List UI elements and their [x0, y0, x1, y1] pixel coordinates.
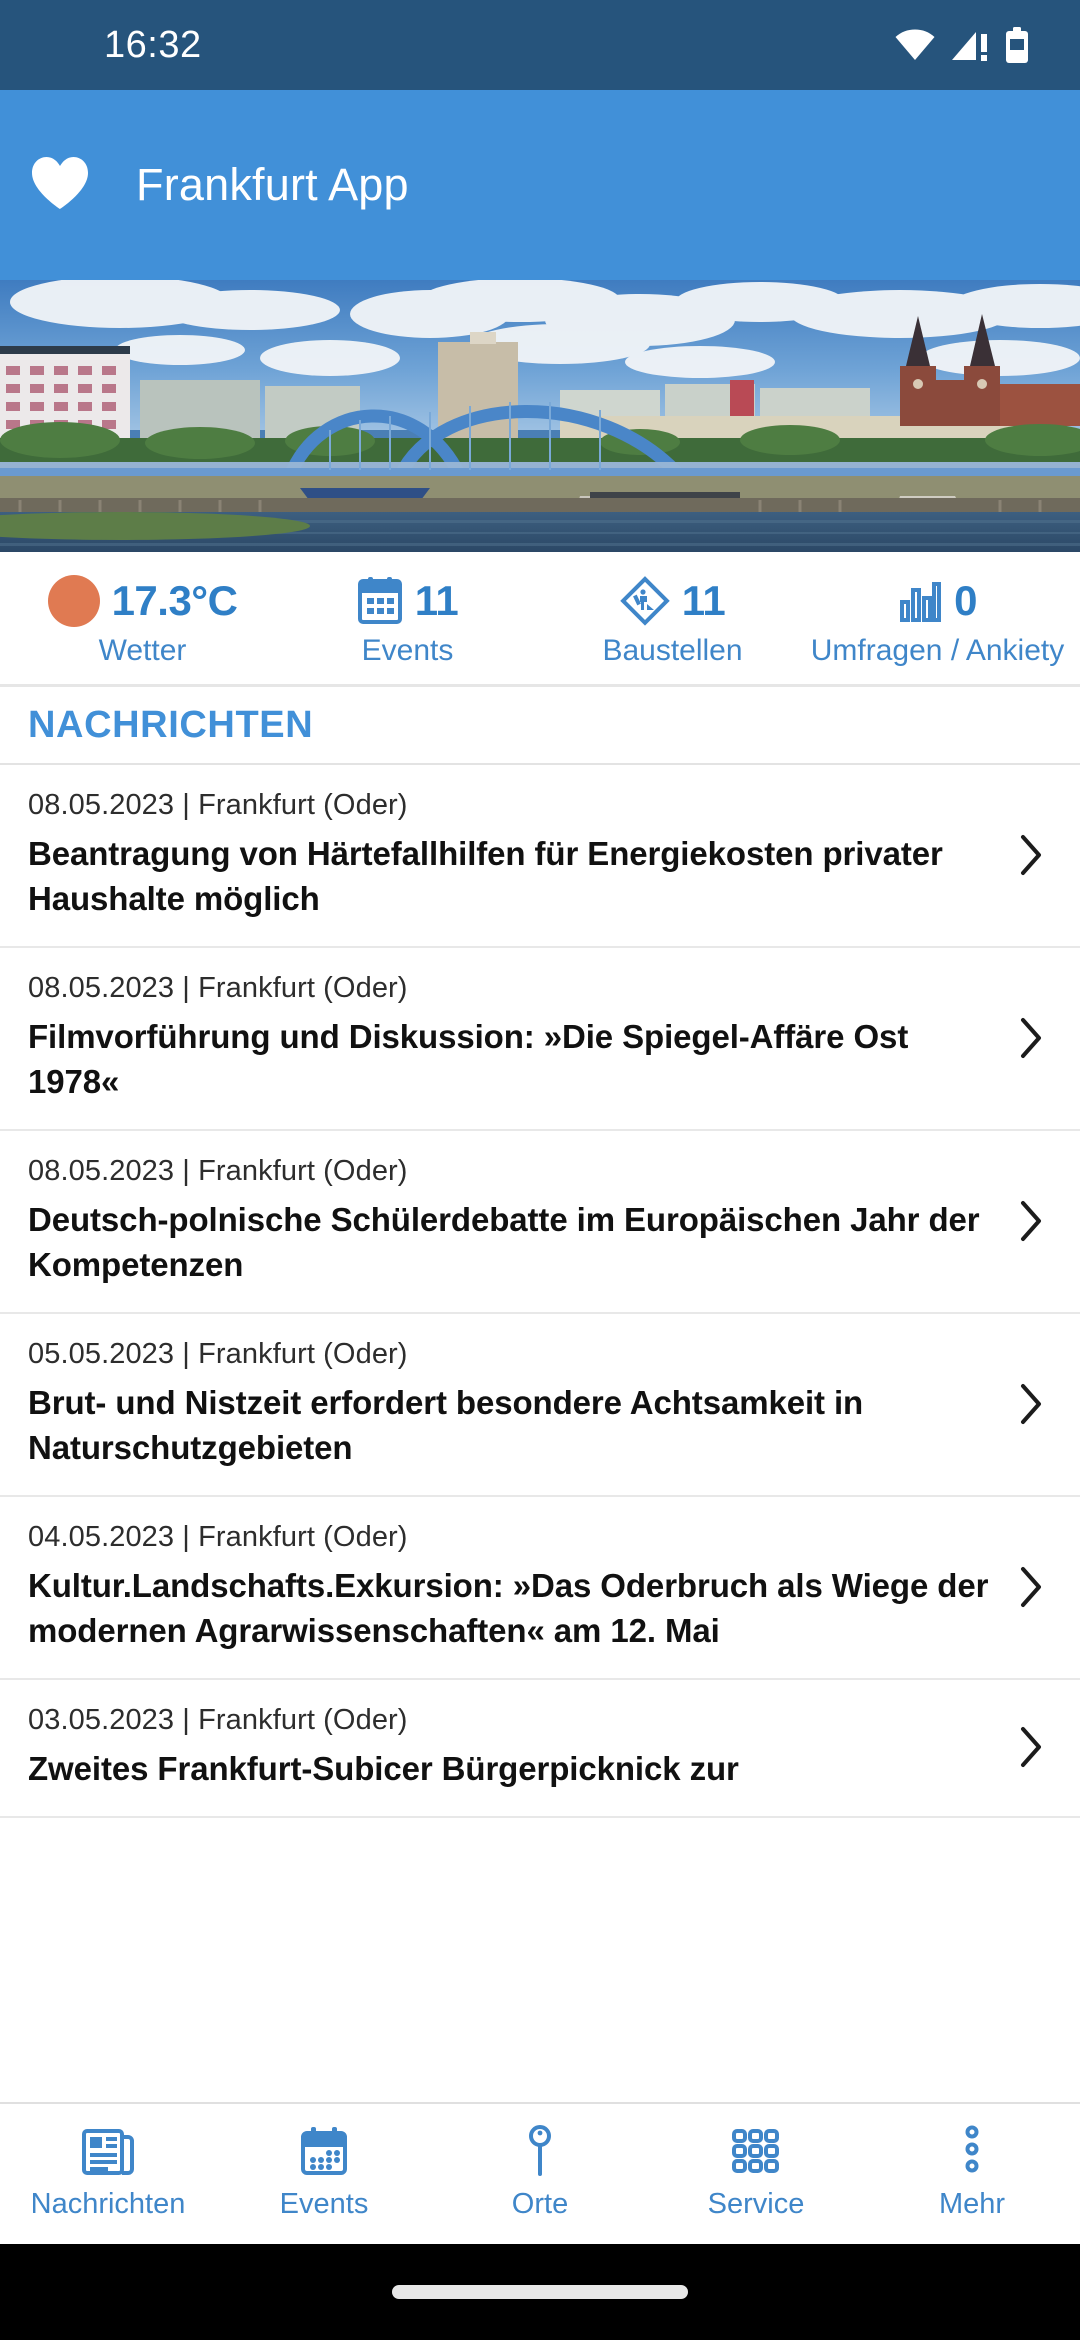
hero-image: [0, 280, 1080, 552]
app-title: Frankfurt App: [136, 159, 409, 210]
nav-label: Events: [279, 2188, 369, 2220]
stat-umfragen-top: 0: [898, 570, 977, 632]
news-meta: 04.05.2023 | Frankfurt (Oder): [28, 1521, 408, 1553]
news-meta: 08.05.2023 | Frankfurt (Oder): [28, 972, 408, 1004]
newspaper-icon: [81, 2118, 135, 2184]
news-title: Zweites Frankfurt-Subicer Bürgerpicknick…: [28, 1750, 739, 1788]
news-title: Filmvorführung und Diskussion: »Die Spie…: [28, 1018, 909, 1101]
news-text: 03.05.2023 | Frankfurt (Oder) Zweites Fr…: [28, 1702, 1012, 1792]
nav-item-events[interactable]: Events: [216, 2118, 432, 2219]
bar-chart-icon: [898, 578, 942, 624]
news-meta: 08.05.2023 | Frankfurt (Oder): [28, 1155, 408, 1187]
news-text: 04.05.2023 | Frankfurt (Oder) Kultur.Lan…: [28, 1519, 1012, 1654]
news-text: 08.05.2023 | Frankfurt (Oder) Deutsch-po…: [28, 1153, 1012, 1288]
stat-events[interactable]: 11 Events: [275, 570, 540, 666]
nav-label: Mehr: [938, 2188, 1006, 2220]
news-title: Kultur.Landschafts.Exkursion: »Das Oderb…: [28, 1567, 989, 1650]
nav-label: Nachrichten: [30, 2188, 186, 2220]
calendar-icon: [298, 2118, 350, 2184]
home-indicator[interactable]: [392, 2285, 688, 2299]
news-text: 05.05.2023 | Frankfurt (Oder) Brut- und …: [28, 1336, 1012, 1471]
nav-item-service[interactable]: Service: [648, 2118, 864, 2219]
news-meta: 03.05.2023 | Frankfurt (Oder): [28, 1704, 408, 1736]
battery-icon: [1004, 27, 1030, 63]
stat-weather-label: Wetter: [98, 634, 187, 667]
stat-baustellen-label: Baustellen: [602, 634, 743, 667]
status-bar-icons: [894, 27, 1030, 63]
stat-events-value: 11: [414, 577, 459, 624]
list-item[interactable]: 03.05.2023 | Frankfurt (Oder) Zweites Fr…: [0, 1680, 1080, 1819]
stat-weather-top: 17.3°C: [47, 570, 238, 632]
news-title: Deutsch-polnische Schülerdebatte im Euro…: [28, 1201, 980, 1284]
calendar-icon: [357, 577, 403, 625]
chevron-right-icon[interactable]: [1012, 1726, 1052, 1768]
chevron-right-icon[interactable]: [1012, 834, 1052, 876]
section-title: NACHRICHTEN: [28, 703, 314, 746]
stat-baustellen-value: 11: [681, 577, 726, 624]
stat-baustellen-top: 11: [620, 570, 726, 632]
list-item[interactable]: 05.05.2023 | Frankfurt (Oder) Brut- und …: [0, 1314, 1080, 1497]
news-title: Beantragung von Härtefallhilfen für Ener…: [28, 835, 943, 918]
list-item[interactable]: 04.05.2023 | Frankfurt (Oder) Kultur.Lan…: [0, 1497, 1080, 1680]
stat-weather-value: 17.3°C: [111, 577, 238, 624]
bottom-navigation: Nachrichten Events Orte Service Mehr: [0, 2102, 1080, 2244]
map-pin-icon: [523, 2118, 557, 2184]
status-bar-clock: 16:32: [104, 23, 202, 66]
stat-events-top: 11: [357, 570, 459, 632]
news-list[interactable]: 08.05.2023 | Frankfurt (Oder) Beantragun…: [0, 765, 1080, 2102]
system-gesture-bar: [0, 2244, 1080, 2340]
list-item[interactable]: 08.05.2023 | Frankfurt (Oder) Deutsch-po…: [0, 1131, 1080, 1314]
stat-umfragen[interactable]: 0 Umfragen / Ankiety: [805, 570, 1070, 666]
news-meta: 08.05.2023 | Frankfurt (Oder): [28, 789, 408, 821]
more-dots-icon: [962, 2118, 982, 2184]
signal-no-sim-icon: [950, 28, 990, 62]
wifi-icon: [894, 28, 936, 62]
chevron-right-icon[interactable]: [1012, 1200, 1052, 1242]
stat-baustellen[interactable]: 11 Baustellen: [540, 570, 805, 666]
nav-label: Service: [707, 2188, 805, 2220]
app-screen: 16:32 Frankfurt App 17.3°C Wetter 11 Eve…: [0, 0, 1080, 2340]
nav-item-nachrichten[interactable]: Nachrichten: [0, 2118, 216, 2219]
list-item[interactable]: 08.05.2023 | Frankfurt (Oder) Beantragun…: [0, 765, 1080, 948]
section-header-news: NACHRICHTEN: [0, 687, 1080, 765]
favorites-button[interactable]: [16, 141, 104, 229]
nav-label: Orte: [511, 2188, 569, 2220]
news-text: 08.05.2023 | Frankfurt (Oder) Beantragun…: [28, 787, 1012, 922]
stat-weather[interactable]: 17.3°C Wetter: [10, 570, 275, 666]
news-text: 08.05.2023 | Frankfurt (Oder) Filmvorfüh…: [28, 970, 1012, 1105]
news-meta: 05.05.2023 | Frankfurt (Oder): [28, 1338, 408, 1370]
news-title: Brut- und Nistzeit erfordert besondere A…: [28, 1384, 864, 1467]
sun-icon: [47, 575, 100, 627]
stat-events-label: Events: [361, 634, 454, 667]
stat-umfragen-value: 0: [954, 577, 977, 624]
heart-icon: [30, 155, 90, 216]
chevron-right-icon[interactable]: [1012, 1383, 1052, 1425]
chevron-right-icon[interactable]: [1012, 1566, 1052, 1608]
grid-icon: [730, 2118, 782, 2184]
stat-umfragen-label: Umfragen / Ankiety: [810, 634, 1065, 667]
stats-row: 17.3°C Wetter 11 Events 11 Baustellen 0 …: [0, 552, 1080, 687]
list-item[interactable]: 08.05.2023 | Frankfurt (Oder) Filmvorfüh…: [0, 948, 1080, 1131]
roadworks-icon: [620, 576, 670, 626]
chevron-right-icon[interactable]: [1012, 1017, 1052, 1059]
app-bar: Frankfurt App: [0, 90, 1080, 280]
nav-item-mehr[interactable]: Mehr: [864, 2118, 1080, 2219]
status-bar: 16:32: [0, 0, 1080, 90]
nav-item-orte[interactable]: Orte: [432, 2118, 648, 2219]
